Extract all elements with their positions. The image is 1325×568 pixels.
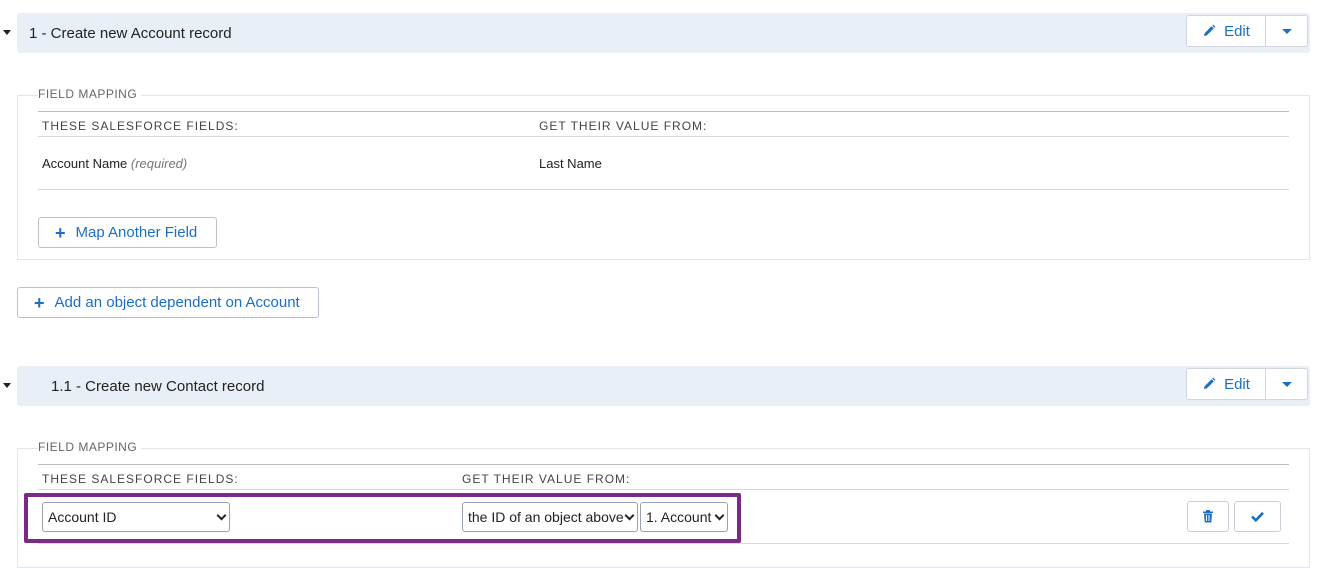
field-mapping-legend: FIELD MAPPING [38,440,142,454]
edit-label: Edit [1224,22,1250,40]
object-title: 1 - Create new Account record [29,25,232,42]
edit-button[interactable]: Edit [1186,15,1266,47]
mapping-table: THESE SALESFORCE FIELDS: GET THEIR VALUE… [38,111,1289,190]
object-title: 1.1 - Create new Contact record [51,378,265,395]
field-mapping-legend: FIELD MAPPING [38,87,142,101]
column-header-fields: THESE SALESFORCE FIELDS: [42,472,239,486]
pencil-icon [1204,24,1216,36]
edit-button-group: Edit [1186,368,1308,400]
pencil-icon [1204,377,1216,389]
edit-button-group: Edit [1186,15,1308,47]
edit-dropdown-button[interactable] [1266,368,1308,400]
delete-button[interactable] [1187,501,1229,532]
required-label: (required) [130,156,188,171]
object-header-contact: 1.1 - Create new Contact record Edit [17,366,1310,406]
plus-icon: + [55,222,66,243]
field-name: Account Name (required) [42,156,188,171]
trash-icon [1203,510,1213,523]
check-icon [1251,511,1264,522]
object-header-account: 1 - Create new Account record Edit [17,13,1310,53]
chevron-down-icon [216,510,227,521]
caret-down-icon [3,382,11,388]
salesforce-field-select[interactable]: Account ID [42,502,230,532]
table-row: Account Name (required) Last Name [38,137,1289,190]
edit-label: Edit [1224,375,1250,393]
value-source-select[interactable]: the ID of an object above [462,502,638,532]
field-mapping-panel: FIELD MAPPING THESE SALESFORCE FIELDS: G… [17,87,1310,260]
mapping-table-header: THESE SALESFORCE FIELDS: GET THEIR VALUE… [38,464,1289,490]
add-dependent-object-button[interactable]: + Add an object dependent on Account [17,287,319,318]
confirm-button[interactable] [1234,501,1281,532]
chevron-down-icon [624,510,635,521]
edit-button[interactable]: Edit [1186,368,1266,400]
collapse-toggle-section-1-1[interactable] [2,380,12,390]
caret-down-icon [1281,28,1292,34]
field-value: Last Name [539,156,602,171]
caret-down-icon [1281,381,1292,387]
plus-icon: + [34,292,45,313]
chevron-down-icon [714,510,725,521]
mapping-table-header: THESE SALESFORCE FIELDS: GET THEIR VALUE… [38,111,1289,137]
caret-down-icon [3,29,11,35]
column-header-value: GET THEIR VALUE FROM: [539,119,708,133]
map-another-field-button[interactable]: + Map Another Field [38,217,217,248]
edit-dropdown-button[interactable] [1266,15,1308,47]
object-select[interactable]: 1. Account [640,502,728,532]
column-header-value: GET THEIR VALUE FROM: [462,472,631,486]
collapse-toggle-section-1[interactable] [2,27,12,37]
column-header-fields: THESE SALESFORCE FIELDS: [42,119,239,133]
